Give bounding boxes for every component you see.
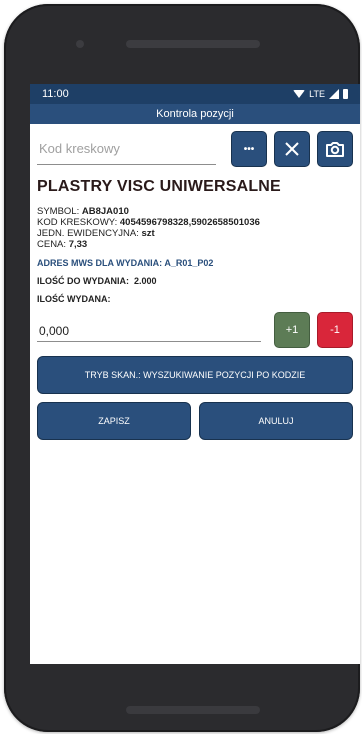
increment-label: +1 — [285, 324, 299, 336]
save-button[interactable]: ZAPISZ — [37, 402, 191, 440]
main-content: ••• PLASTRY VISC UNIWERSALNE — [30, 124, 360, 448]
scan-mode-label: TRYB SKAN.: WYSZUKIWANIE POZYCJI PO KODZ… — [84, 370, 306, 380]
earpiece-speaker — [126, 40, 260, 48]
barcode-input[interactable] — [37, 135, 220, 162]
network-type: LTE — [309, 89, 325, 99]
decrement-button[interactable]: -1 — [317, 312, 353, 348]
barcode-row: KOD KRESKOWY: 4054596798328,590265850103… — [37, 217, 353, 228]
quantity-to-issue-label: ILOŚĆ DO WYDANIA: — [37, 276, 129, 286]
unit-row: JEDN. EWIDENCYJNA: szt — [37, 228, 353, 239]
unit-label: JEDN. EWIDENCYJNA: — [37, 228, 139, 239]
status-bar: 11:00 LTE — [30, 84, 360, 104]
close-icon — [285, 142, 299, 156]
price-value: 7,33 — [68, 239, 88, 250]
screen: 11:00 LTE Kontrola pozycji ••• — [30, 84, 360, 664]
unit-value: szt — [141, 228, 155, 239]
barcode-label: KOD KRESKOWY: — [37, 217, 118, 228]
signal-icon — [329, 89, 339, 99]
price-row: CENA: 7,33 — [37, 239, 353, 250]
camera-icon — [326, 142, 344, 157]
status-time: 11:00 — [42, 88, 69, 100]
symbol-value: AB8JA010 — [81, 206, 129, 217]
quantity-issued-input[interactable] — [37, 320, 261, 341]
product-info: SYMBOL: AB8JA010 KOD KRESKOWY: 405459679… — [37, 206, 353, 250]
cancel-button[interactable]: ANULUJ — [199, 402, 353, 440]
symbol-row: SYMBOL: AB8JA010 — [37, 206, 353, 217]
quantity-to-issue-value: 2.000 — [134, 276, 157, 286]
cancel-label: ANULUJ — [258, 416, 294, 426]
barcode-field-wrap — [37, 135, 220, 165]
app-bar: Kontrola pozycji — [30, 104, 360, 124]
more-icon: ••• — [243, 143, 255, 155]
phone-frame: 11:00 LTE Kontrola pozycji ••• — [4, 4, 360, 732]
increment-button[interactable]: +1 — [274, 312, 310, 348]
price-label: CENA: — [37, 239, 67, 250]
save-label: ZAPISZ — [98, 416, 130, 426]
action-buttons-row: ZAPISZ ANULUJ — [37, 402, 353, 440]
status-icons: LTE — [293, 89, 348, 99]
clear-button[interactable] — [274, 131, 310, 167]
decrement-label: -1 — [330, 324, 340, 336]
search-row: ••• — [37, 131, 353, 167]
mws-address: ADRES MWS DLA WYDANIA: A_R01_P02 — [37, 258, 353, 268]
camera-button[interactable] — [317, 131, 353, 167]
quantity-issued-label: ILOŚĆ WYDANA: — [37, 294, 111, 304]
mws-address-value: A_R01_P02 — [164, 258, 214, 268]
quantity-to-issue: ILOŚĆ DO WYDANIA: 2.000 — [37, 276, 353, 286]
barcode-value: 4054596798328,5902658501036 — [119, 217, 260, 228]
quantity-issued-row: +1 -1 — [37, 312, 353, 348]
bottom-speaker — [126, 706, 260, 714]
front-camera — [76, 40, 84, 48]
symbol-label: SYMBOL: — [37, 206, 80, 217]
quantity-issued-wrap — [37, 319, 261, 342]
battery-icon — [343, 89, 348, 99]
scan-mode-button[interactable]: TRYB SKAN.: WYSZUKIWANIE POZYCJI PO KODZ… — [37, 356, 353, 394]
wifi-icon — [293, 90, 306, 98]
product-name: PLASTRY VISC UNIWERSALNE — [37, 178, 281, 195]
more-button[interactable]: ••• — [231, 131, 267, 167]
mws-address-label: ADRES MWS DLA WYDANIA: — [37, 258, 163, 268]
app-title: Kontrola pozycji — [156, 108, 234, 120]
